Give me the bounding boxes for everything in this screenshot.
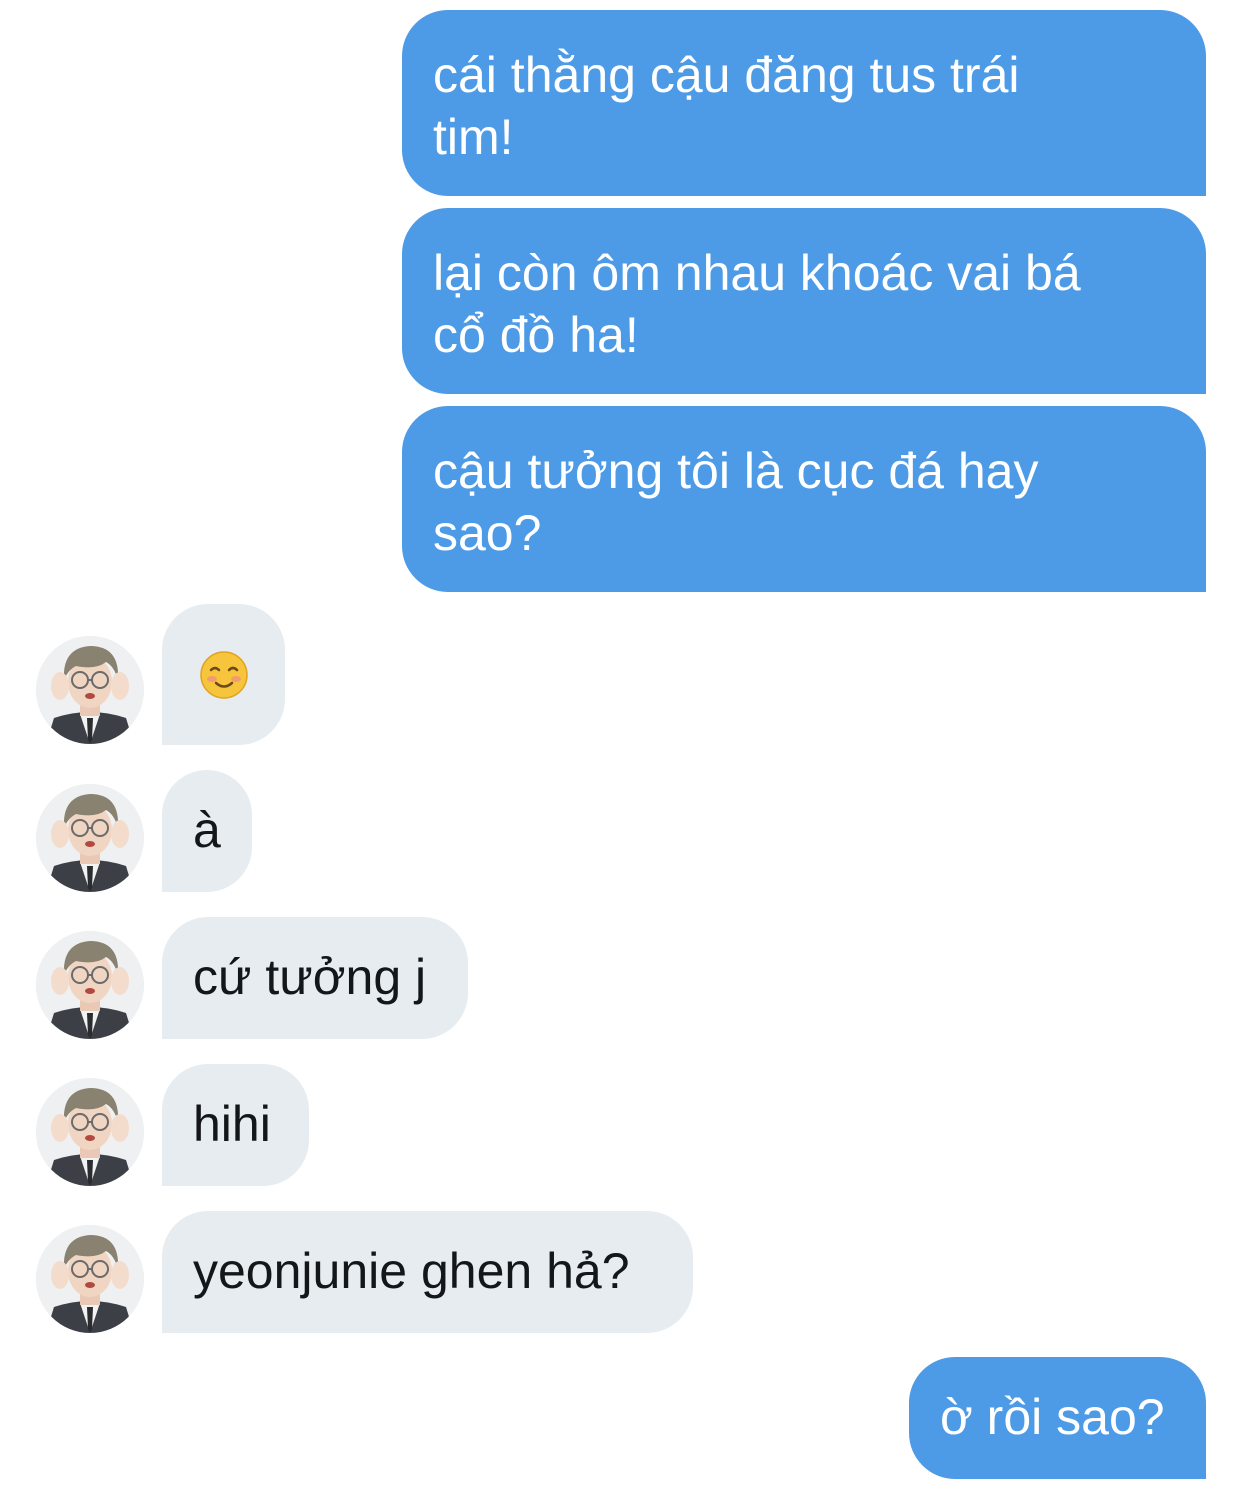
user-avatar-photo-icon	[36, 784, 144, 892]
user-avatar-photo-icon	[36, 931, 144, 1039]
message-text-line: lại còn ôm nhau khoác vai bá	[433, 245, 1081, 301]
user-avatar-photo-icon	[36, 1225, 144, 1333]
message-text-line: tim!	[433, 109, 514, 165]
received-message-bubble[interactable]	[162, 604, 285, 745]
message-text: à	[193, 802, 221, 858]
sent-message-bubble[interactable]: ờ rồi sao?	[909, 1357, 1206, 1479]
message-text-line: cậu tưởng tôi là cục đá hay	[433, 443, 1039, 499]
dm-conversation-screen: { "conversation": { "sent_messages": [ {…	[0, 0, 1242, 1488]
message-text-line: sao?	[433, 505, 542, 561]
message-text: yeonjunie ghen hả?	[193, 1243, 630, 1299]
message-text: ờ rồi sao?	[940, 1389, 1165, 1445]
sent-message-bubble[interactable]: lại còn ôm nhau khoác vai bá cổ đồ ha!	[402, 208, 1206, 394]
received-message-bubble[interactable]: cứ tưởng j	[162, 917, 468, 1039]
message-text-line: cái thằng cậu đăng tus trái	[433, 47, 1020, 103]
sent-message-bubble[interactable]: cái thằng cậu đăng tus trái tim!	[402, 10, 1206, 196]
received-message-bubble[interactable]: yeonjunie ghen hả?	[162, 1211, 693, 1333]
message-text: hihi	[193, 1096, 271, 1152]
avatar[interactable]	[36, 1225, 144, 1333]
avatar[interactable]	[36, 1078, 144, 1186]
received-message-bubble[interactable]: à	[162, 770, 252, 892]
user-avatar-photo-icon	[36, 636, 144, 744]
message-text: cứ tưởng j	[193, 949, 427, 1005]
avatar[interactable]	[36, 784, 144, 892]
sent-message-bubble[interactable]: cậu tưởng tôi là cục đá hay sao?	[402, 406, 1206, 592]
message-text-line: cổ đồ ha!	[433, 307, 639, 363]
received-message-bubble[interactable]: hihi	[162, 1064, 309, 1186]
avatar[interactable]	[36, 931, 144, 1039]
avatar[interactable]	[36, 636, 144, 744]
smiling-face-emoji-icon	[199, 650, 248, 699]
user-avatar-photo-icon	[36, 1078, 144, 1186]
